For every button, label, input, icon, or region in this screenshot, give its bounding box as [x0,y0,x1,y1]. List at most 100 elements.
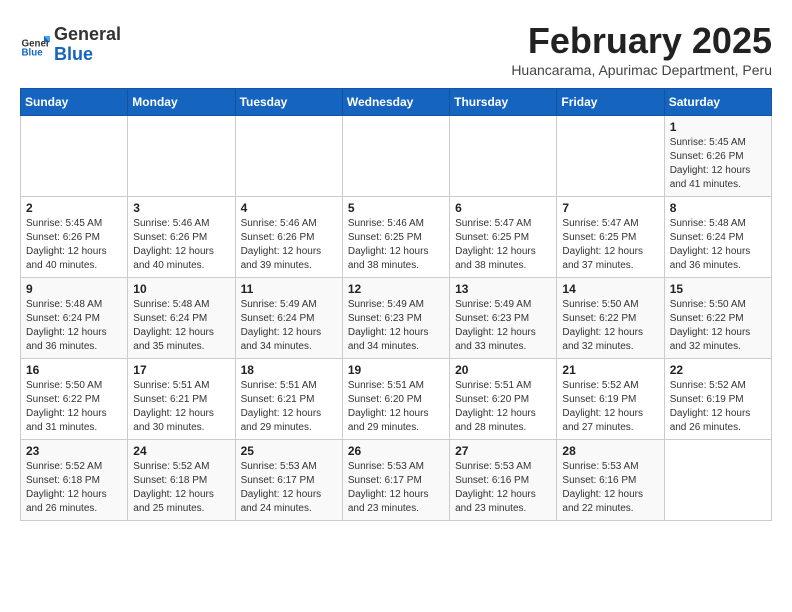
calendar-cell: 16Sunrise: 5:50 AMSunset: 6:22 PMDayligh… [21,359,128,440]
day-number: 2 [26,201,122,215]
day-number: 9 [26,282,122,296]
day-info: Sunrise: 5:48 AMSunset: 6:24 PMDaylight:… [670,217,766,273]
day-number: 12 [348,282,444,296]
svg-text:Blue: Blue [22,47,44,58]
logo-general: General [54,25,121,45]
day-info: Sunrise: 5:50 AMSunset: 6:22 PMDaylight:… [670,298,766,354]
calendar-cell: 9Sunrise: 5:48 AMSunset: 6:24 PMDaylight… [21,278,128,359]
calendar-header: SundayMondayTuesdayWednesdayThursdayFrid… [21,89,772,116]
day-info: Sunrise: 5:47 AMSunset: 6:25 PMDaylight:… [455,217,551,273]
calendar-cell [235,116,342,197]
calendar-week-5: 23Sunrise: 5:52 AMSunset: 6:18 PMDayligh… [21,440,772,521]
logo: General Blue General Blue [20,25,121,65]
day-info: Sunrise: 5:47 AMSunset: 6:25 PMDaylight:… [562,217,658,273]
calendar-cell: 17Sunrise: 5:51 AMSunset: 6:21 PMDayligh… [128,359,235,440]
calendar-cell [21,116,128,197]
day-info: Sunrise: 5:52 AMSunset: 6:19 PMDaylight:… [670,379,766,435]
calendar-cell: 2 Sunrise: 5:45 AMSunset: 6:26 PMDaylight… [21,197,128,278]
calendar-cell: 25 Sunrise: 5:53 AMSunset: 6:17 PMDayligh… [235,440,342,521]
calendar-body: 1 Sunrise: 5:45 AMSunset: 6:26 PMDaylight… [21,116,772,521]
calendar-cell: 10 Sunrise: 5:48 AMSunset: 6:24 PMDayligh… [128,278,235,359]
day-number: 20 [455,363,551,377]
calendar-table: SundayMondayTuesdayWednesdayThursdayFrid… [20,88,772,521]
calendar-cell: 11 Sunrise: 5:49 AMSunset: 6:24 PMDayligh… [235,278,342,359]
day-info: Sunrise: 5:45 AMSunset: 6:26 PMDaylight:… [26,217,122,273]
calendar-cell: 23Sunrise: 5:52 AMSunset: 6:18 PMDayligh… [21,440,128,521]
weekday-header-monday: Monday [128,89,235,116]
weekday-header-saturday: Saturday [664,89,771,116]
day-number: 25 [241,444,337,458]
day-info: Sunrise: 5:49 AMSunset: 6:23 PMDaylight:… [348,298,444,354]
calendar-cell: 21 Sunrise: 5:52 AMSunset: 6:19 PMDayligh… [557,359,664,440]
calendar-cell: 18 Sunrise: 5:51 AMSunset: 6:21 PMDayligh… [235,359,342,440]
day-number: 27 [455,444,551,458]
weekday-header-sunday: Sunday [21,89,128,116]
calendar-cell: 6 Sunrise: 5:47 AMSunset: 6:25 PMDaylight… [450,197,557,278]
day-info: Sunrise: 5:53 AMSunset: 6:16 PMDaylight:… [455,460,551,516]
calendar-week-3: 9 Sunrise: 5:48 AMSunset: 6:24 PMDaylight… [21,278,772,359]
calendar-cell: 7Sunrise: 5:47 AMSunset: 6:25 PMDaylight… [557,197,664,278]
calendar-cell: 19 Sunrise: 5:51 AMSunset: 6:20 PMDayligh… [342,359,449,440]
logo-text: General Blue [54,25,121,65]
calendar-cell [450,116,557,197]
calendar-cell: 15 Sunrise: 5:50 AMSunset: 6:22 PMDayligh… [664,278,771,359]
day-number: 19 [348,363,444,377]
weekday-header-friday: Friday [557,89,664,116]
calendar-cell: 8 Sunrise: 5:48 AMSunset: 6:24 PMDaylight… [664,197,771,278]
day-number: 1 [670,120,766,134]
day-info: Sunrise: 5:50 AMSunset: 6:22 PMDaylight:… [562,298,658,354]
day-number: 15 [670,282,766,296]
day-info: Sunrise: 5:51 AMSunset: 6:21 PMDaylight:… [241,379,337,435]
day-info: Sunrise: 5:46 AMSunset: 6:26 PMDaylight:… [241,217,337,273]
day-info: Sunrise: 5:51 AMSunset: 6:21 PMDaylight:… [133,379,229,435]
calendar-cell: 4 Sunrise: 5:46 AMSunset: 6:26 PMDaylight… [235,197,342,278]
day-info: Sunrise: 5:52 AMSunset: 6:18 PMDaylight:… [133,460,229,516]
weekday-header-thursday: Thursday [450,89,557,116]
calendar-cell [128,116,235,197]
calendar-week-2: 2 Sunrise: 5:45 AMSunset: 6:26 PMDaylight… [21,197,772,278]
day-info: Sunrise: 5:50 AMSunset: 6:22 PMDaylight:… [26,379,122,435]
day-number: 21 [562,363,658,377]
weekday-header-wednesday: Wednesday [342,89,449,116]
day-info: Sunrise: 5:49 AMSunset: 6:23 PMDaylight:… [455,298,551,354]
day-number: 26 [348,444,444,458]
day-info: Sunrise: 5:52 AMSunset: 6:19 PMDaylight:… [562,379,658,435]
calendar-cell: 22 Sunrise: 5:52 AMSunset: 6:19 PMDayligh… [664,359,771,440]
page-header: General Blue General Blue February 2025 … [20,20,772,78]
day-number: 22 [670,363,766,377]
day-number: 3 [133,201,229,215]
calendar-cell: 24 Sunrise: 5:52 AMSunset: 6:18 PMDayligh… [128,440,235,521]
day-info: Sunrise: 5:53 AMSunset: 6:17 PMDaylight:… [241,460,337,516]
calendar-cell: 27 Sunrise: 5:53 AMSunset: 6:16 PMDayligh… [450,440,557,521]
calendar-cell: 13Sunrise: 5:49 AMSunset: 6:23 PMDayligh… [450,278,557,359]
day-number: 28 [562,444,658,458]
day-number: 5 [348,201,444,215]
day-number: 11 [241,282,337,296]
calendar-cell [342,116,449,197]
day-number: 8 [670,201,766,215]
calendar-cell: 5Sunrise: 5:46 AMSunset: 6:25 PMDaylight… [342,197,449,278]
calendar-cell [664,440,771,521]
logo-icon: General Blue [20,30,50,60]
day-info: Sunrise: 5:51 AMSunset: 6:20 PMDaylight:… [455,379,551,435]
calendar-week-4: 16Sunrise: 5:50 AMSunset: 6:22 PMDayligh… [21,359,772,440]
day-number: 4 [241,201,337,215]
month-title: February 2025 [511,20,772,62]
calendar-cell: 28Sunrise: 5:53 AMSunset: 6:16 PMDayligh… [557,440,664,521]
calendar-cell: 12 Sunrise: 5:49 AMSunset: 6:23 PMDayligh… [342,278,449,359]
day-number: 10 [133,282,229,296]
calendar-cell: 20 Sunrise: 5:51 AMSunset: 6:20 PMDayligh… [450,359,557,440]
day-number: 6 [455,201,551,215]
day-info: Sunrise: 5:48 AMSunset: 6:24 PMDaylight:… [133,298,229,354]
day-info: Sunrise: 5:53 AMSunset: 6:17 PMDaylight:… [348,460,444,516]
calendar-cell [557,116,664,197]
day-info: Sunrise: 5:49 AMSunset: 6:24 PMDaylight:… [241,298,337,354]
day-number: 24 [133,444,229,458]
day-info: Sunrise: 5:45 AMSunset: 6:26 PMDaylight:… [670,136,766,192]
day-info: Sunrise: 5:51 AMSunset: 6:20 PMDaylight:… [348,379,444,435]
calendar-cell: 14Sunrise: 5:50 AMSunset: 6:22 PMDayligh… [557,278,664,359]
title-section: February 2025 Huancarama, Apurimac Depar… [511,20,772,78]
day-number: 18 [241,363,337,377]
logo-blue: Blue [54,45,121,65]
location-title: Huancarama, Apurimac Department, Peru [511,62,772,78]
